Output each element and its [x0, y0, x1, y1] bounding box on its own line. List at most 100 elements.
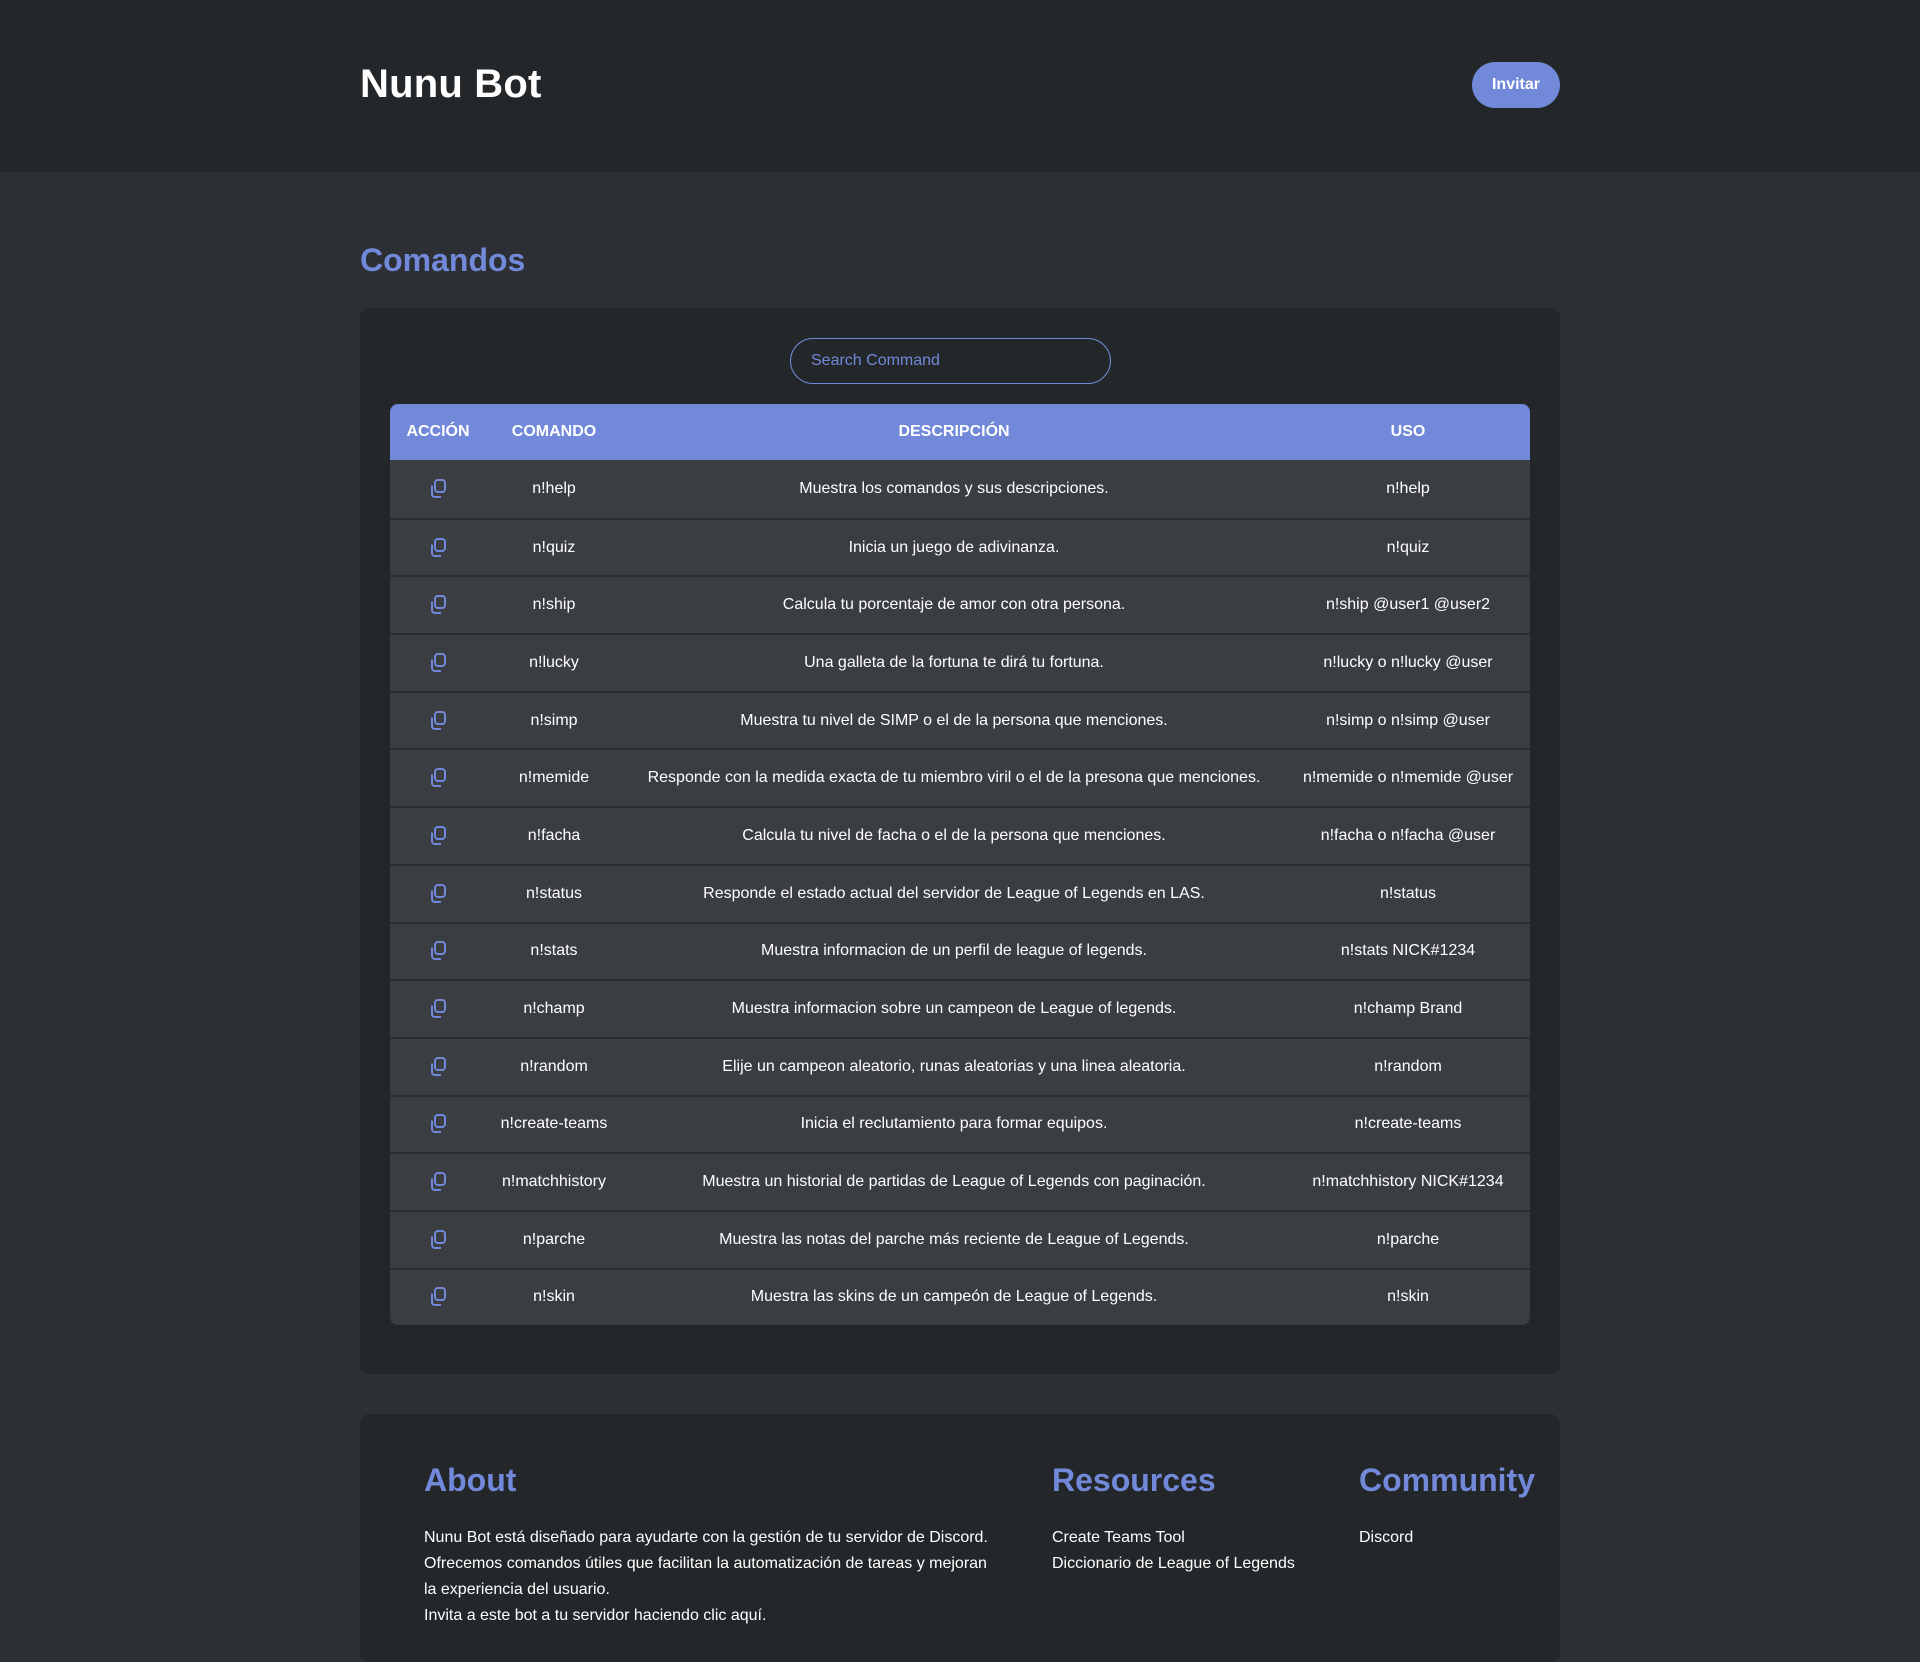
- footer-about-title: About: [424, 1462, 517, 1498]
- copy-icon[interactable]: [428, 767, 448, 789]
- copy-icon[interactable]: [428, 883, 448, 905]
- command-description-cell: Muestra informacion de un perfil de leag…: [622, 921, 1286, 980]
- command-usage-cell: n!lucky o n!lucky @user: [1286, 633, 1530, 691]
- command-description-cell: Responde el estado actual del servidor d…: [622, 863, 1286, 922]
- command-usage-cell: n!facha o n!facha @user: [1286, 806, 1530, 864]
- command-name-cell: n!lucky: [486, 633, 622, 691]
- table-header-row: ACCIÓN COMANDO DESCRIPCIÓN USO: [390, 404, 1530, 460]
- commands-table-body: n!help Muestra los comandos y sus descrip…: [390, 460, 1530, 1325]
- copy-icon[interactable]: [428, 1229, 448, 1251]
- command-description-cell: Calcula tu nivel de facha o el de la per…: [622, 806, 1286, 864]
- command-description-cell: Responde con la medida exacta de tu miem…: [622, 748, 1286, 806]
- command-description-cell: Muestra informacion sobre un campeon de …: [622, 979, 1286, 1037]
- command-row: n!memide Responde con la medida exacta de…: [390, 748, 1530, 806]
- copy-icon[interactable]: [428, 998, 448, 1020]
- command-row: n!simp Muestra tu nivel de SIMP o el de l…: [390, 690, 1530, 749]
- action-cell: [390, 748, 486, 806]
- brand-title: Nunu Bot: [360, 62, 542, 106]
- command-row: n!matchhistory Muestra un historial de pa…: [390, 1152, 1530, 1210]
- command-name-cell: n!random: [486, 1036, 622, 1095]
- command-description-cell: Inicia el reclutamiento para formar equi…: [622, 1094, 1286, 1153]
- command-usage-cell: n!champ Brand: [1286, 979, 1530, 1037]
- command-usage-cell: n!status: [1286, 863, 1530, 922]
- command-row: n!champ Muestra informacion sobre un camp…: [390, 979, 1530, 1037]
- footer-resources-title: Resources: [1052, 1462, 1216, 1498]
- command-row: n!random Elije un campeon aleatorio, runa…: [390, 1036, 1530, 1095]
- action-cell: [390, 979, 486, 1037]
- column-header-comando: COMANDO: [511, 423, 597, 440]
- command-name-cell: n!simp: [486, 690, 622, 749]
- copy-icon[interactable]: [428, 825, 448, 847]
- copy-icon[interactable]: [428, 940, 448, 962]
- command-row: n!ship Calcula tu porcentaje de amor con …: [390, 575, 1530, 633]
- copy-icon[interactable]: [428, 478, 448, 500]
- command-description-cell: Muestra las skins de un campeón de Leagu…: [622, 1267, 1286, 1326]
- command-description-cell: Calcula tu porcentaje de amor con otra p…: [622, 575, 1286, 633]
- command-description-cell: Inicia un juego de adivinanza.: [622, 517, 1286, 576]
- action-cell: [390, 633, 486, 691]
- copy-icon[interactable]: [428, 1286, 448, 1308]
- copy-icon[interactable]: [428, 652, 448, 674]
- action-cell: [390, 460, 486, 518]
- action-cell: [390, 863, 486, 922]
- column-header-descripcion: DESCRIPCIÓN: [898, 423, 1010, 440]
- command-description-cell: Una galleta de la fortuna te dirá tu for…: [622, 633, 1286, 691]
- command-name-cell: n!create-teams: [486, 1094, 622, 1153]
- copy-icon[interactable]: [428, 537, 448, 559]
- create-teams-tool-link[interactable]: Create Teams Tool: [1052, 1525, 1295, 1551]
- command-name-cell: n!ship: [486, 575, 622, 633]
- command-name-cell: n!skin: [486, 1267, 622, 1326]
- command-name-cell: n!status: [486, 863, 622, 922]
- action-cell: [390, 575, 486, 633]
- invite-bot-link[interactable]: Invita a este bot a tu servidor haciendo…: [424, 1603, 1004, 1629]
- commands-card: ACCIÓN COMANDO DESCRIPCIÓN USO n!help Mue…: [360, 308, 1560, 1374]
- footer-about-line: la experiencia del usuario.: [424, 1581, 610, 1598]
- command-name-cell: n!champ: [486, 979, 622, 1037]
- column-header-accion: ACCIÓN: [406, 423, 470, 440]
- command-row: n!skin Muestra las skins de un campeón de…: [390, 1267, 1530, 1326]
- column-header-uso: USO: [1390, 423, 1426, 440]
- command-row: n!quiz Inicia un juego de adivinanza. n!qu…: [390, 517, 1530, 576]
- action-cell: [390, 1209, 486, 1268]
- command-row: n!facha Calcula tu nivel de facha o el de…: [390, 806, 1530, 864]
- command-name-cell: n!stats: [486, 921, 622, 980]
- invite-button[interactable]: Invitar: [1472, 62, 1560, 108]
- action-cell: [390, 1036, 486, 1095]
- copy-icon[interactable]: [428, 710, 448, 732]
- footer-about-line: Ofrecemos comandos útiles que facilitan …: [424, 1555, 987, 1572]
- command-description-cell: Muestra tu nivel de SIMP o el de la pers…: [622, 690, 1286, 749]
- command-row: n!create-teams Inicia el reclutamiento pa…: [390, 1094, 1530, 1153]
- copy-icon[interactable]: [428, 1113, 448, 1135]
- action-cell: [390, 1152, 486, 1210]
- command-row: n!parche Muestra las notas del parche más…: [390, 1209, 1530, 1268]
- command-usage-cell: n!help: [1386, 479, 1430, 497]
- commands-section-title: Comandos: [360, 242, 526, 278]
- command-name-cell: n!facha: [486, 806, 622, 864]
- search-command-input[interactable]: [790, 338, 1111, 384]
- footer-about: About Nunu Bot está diseñado para ayudar…: [424, 1462, 1004, 1629]
- command-usage-cell: n!create-teams: [1286, 1094, 1530, 1153]
- lol-dictionary-link[interactable]: Diccionario de League of Legends: [1052, 1551, 1295, 1577]
- command-usage-cell: n!matchhistory NICK#1234: [1286, 1152, 1530, 1210]
- top-navbar: Nunu Bot Invitar: [0, 0, 1920, 172]
- command-usage-cell: n!parche: [1286, 1209, 1530, 1268]
- copy-icon[interactable]: [428, 1056, 448, 1078]
- command-row: n!help Muestra los comandos y sus descrip…: [390, 460, 1530, 518]
- command-usage-cell: n!quiz: [1286, 517, 1530, 576]
- action-cell: [390, 690, 486, 749]
- command-usage-cell: n!simp o n!simp @user: [1286, 690, 1530, 749]
- command-usage-cell: n!ship @user1 @user2: [1286, 575, 1530, 633]
- action-cell: [390, 1267, 486, 1326]
- action-cell: [390, 517, 486, 576]
- command-usage-cell: n!stats NICK#1234: [1286, 921, 1530, 980]
- command-name-cell: n!help: [532, 479, 576, 497]
- command-name-cell: n!quiz: [486, 517, 622, 576]
- discord-link[interactable]: Discord: [1359, 1525, 1535, 1551]
- command-row: n!status Responde el estado actual del se…: [390, 863, 1530, 922]
- command-description-cell: Muestra las notas del parche más recient…: [622, 1209, 1286, 1268]
- copy-icon[interactable]: [428, 594, 448, 616]
- footer: About Nunu Bot está diseñado para ayudar…: [360, 1414, 1560, 1662]
- command-row: n!lucky Una galleta de la fortuna te dirá…: [390, 633, 1530, 691]
- copy-icon[interactable]: [428, 1171, 448, 1193]
- action-cell: [390, 1094, 486, 1153]
